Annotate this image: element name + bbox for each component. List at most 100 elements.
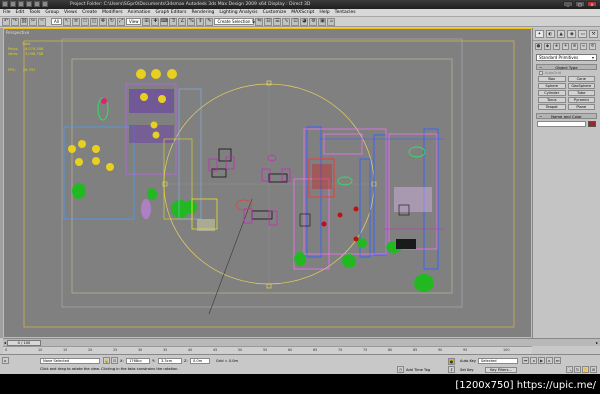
select-by-name-icon[interactable]: ≡	[71, 17, 80, 26]
zoom-icon[interactable]: 🔍	[566, 366, 573, 373]
menu-file[interactable]: File	[3, 10, 11, 15]
next-frame-icon[interactable]: ▸	[596, 340, 598, 345]
tab-hierarchy[interactable]: ▲	[556, 30, 566, 38]
tab-motion[interactable]: ◉	[567, 30, 577, 38]
object-type-rollout[interactable]: − Object Type	[536, 64, 597, 70]
minimize-button[interactable]: _	[563, 1, 573, 7]
name-and-color-rollout[interactable]: − Name and Color	[536, 113, 597, 119]
menu-maxscript[interactable]: MAXScript	[291, 10, 314, 15]
save-file-icon[interactable]	[26, 1, 32, 7]
angle-snap-icon[interactable]: ∠	[178, 17, 187, 26]
y-coord-field[interactable]: 3.3cm	[158, 358, 182, 364]
cylinder-button[interactable]: Cylinder	[538, 90, 566, 96]
add-time-tag-button[interactable]: Add Time Tag	[406, 368, 430, 372]
menu-views[interactable]: Views	[64, 10, 77, 15]
menu-graph-editors[interactable]: Graph Editors	[156, 10, 187, 15]
menu-create[interactable]: Create	[82, 10, 97, 15]
redo-button[interactable]: ↷	[11, 17, 19, 26]
quick-render-icon[interactable]: ☕	[327, 17, 336, 26]
orbit-icon[interactable]: ↻	[574, 366, 581, 373]
time-slider[interactable]: 0 / 100 ◂ ▸	[3, 338, 600, 346]
auto-key-button[interactable]: ●	[448, 358, 455, 365]
time-tag-icon[interactable]: ◷	[397, 366, 404, 373]
maximize-button[interactable]: □	[575, 1, 585, 7]
unlink-icon[interactable]: ✂	[29, 17, 37, 26]
perspective-viewport[interactable]: Perspective Total Polys: 6,074,308 Verts…	[3, 28, 532, 338]
link-icon[interactable]: ⛓	[20, 17, 28, 26]
rect-selection-icon[interactable]: ▭	[80, 17, 89, 26]
object-color-swatch[interactable]	[588, 121, 596, 127]
menu-tools[interactable]: Tools	[29, 10, 40, 15]
box-button[interactable]: Box	[538, 76, 566, 82]
menu-customize[interactable]: Customize	[263, 10, 287, 15]
close-button[interactable]: ×	[587, 1, 597, 7]
torus-button[interactable]: Torus	[538, 97, 566, 103]
track-bar[interactable]: 0 10 15 20 25 30 35 40 45 50 55 60 65 70…	[3, 346, 532, 354]
set-key-button[interactable]: ⚷	[448, 366, 455, 373]
selection-filter-dropdown[interactable]: All	[51, 18, 62, 25]
menu-rendering[interactable]: Rendering	[191, 10, 214, 15]
geometry-icon[interactable]: ●	[535, 43, 542, 50]
autogrid-checkbox[interactable]	[539, 71, 543, 75]
select-rotate-icon[interactable]: ↻	[107, 17, 116, 26]
autogrid-option[interactable]: AutoGrid	[539, 71, 594, 75]
bind-space-warp-icon[interactable]: ~	[38, 17, 46, 26]
tab-create[interactable]: ✦	[535, 30, 544, 38]
helpers-icon[interactable]: ⊕	[571, 43, 578, 50]
select-move-icon[interactable]: ✥	[98, 17, 107, 26]
named-selection-set-field[interactable]: Create Selection Set	[214, 18, 258, 25]
object-name-field[interactable]	[537, 121, 586, 127]
space-warps-icon[interactable]: ≈	[580, 43, 587, 50]
lock-selection-icon[interactable]: 🔒	[103, 357, 110, 364]
layer-manager-icon[interactable]: ☰	[273, 17, 282, 26]
pivot-center-icon[interactable]: ⊞	[142, 17, 151, 26]
curve-editor-icon[interactable]: ∿	[282, 17, 291, 26]
app-menu-icon[interactable]	[2, 1, 8, 7]
menu-animation[interactable]: Animation	[128, 10, 151, 15]
maxscript-listener-icon[interactable]: ▸	[2, 357, 9, 364]
select-object-icon[interactable]: ↖	[62, 17, 71, 26]
lights-icon[interactable]: ★	[553, 43, 560, 50]
select-manipulate-icon[interactable]: ✚	[151, 17, 160, 26]
prev-frame-button-icon[interactable]: ◂	[530, 357, 537, 364]
transform-type-in-icon[interactable]: ⊡	[111, 357, 118, 364]
reference-coord-dropdown[interactable]: View	[125, 18, 142, 25]
x-coord-field[interactable]: 1768cc	[126, 358, 150, 364]
menu-modifiers[interactable]: Modifiers	[102, 10, 123, 15]
undo-icon[interactable]	[34, 1, 40, 7]
maximize-viewport-icon[interactable]: ⊞	[590, 366, 597, 373]
render-setup-icon[interactable]: ⚙	[309, 17, 318, 26]
next-frame-button-icon[interactable]: ▸	[546, 357, 553, 364]
cone-button[interactable]: Cone	[567, 76, 595, 82]
percent-snap-icon[interactable]: %	[187, 17, 196, 26]
menu-edit[interactable]: Edit	[16, 10, 25, 15]
shapes-icon[interactable]: ◆	[544, 43, 551, 50]
plane-button[interactable]: Plane	[567, 104, 595, 110]
cameras-icon[interactable]: ☀	[562, 43, 569, 50]
tab-utilities[interactable]: ⚒	[589, 30, 598, 38]
geosphere-button[interactable]: GeoSphere	[567, 83, 595, 89]
menu-tentacles[interactable]: Tentacles	[335, 10, 356, 15]
keyboard-shortcut-icon[interactable]: ⌨	[160, 17, 169, 26]
menu-help[interactable]: Help	[319, 10, 329, 15]
window-crossing-icon[interactable]: ◫	[89, 17, 98, 26]
sphere-button[interactable]: Sphere	[538, 83, 566, 89]
tab-modify[interactable]: ◐	[545, 30, 555, 38]
systems-icon[interactable]: ✲	[589, 43, 596, 50]
tab-display[interactable]: ▭	[578, 30, 588, 38]
mirror-icon[interactable]: ⇋	[255, 17, 264, 26]
snaps-toggle-icon[interactable]: 3	[169, 17, 178, 26]
undo-button[interactable]: ↶	[2, 17, 10, 26]
edit-named-selection-icon[interactable]: ✎	[205, 17, 214, 26]
pan-icon[interactable]: ✋	[582, 366, 589, 373]
select-scale-icon[interactable]: ⤢	[116, 17, 125, 26]
align-icon[interactable]: ⊟	[264, 17, 273, 26]
tube-button[interactable]: Tube	[567, 90, 595, 96]
menu-lighting-analysis[interactable]: Lighting Analysis	[219, 10, 257, 15]
viewport-label[interactable]: Perspective	[6, 30, 29, 35]
material-editor-icon[interactable]: ◕	[300, 17, 309, 26]
go-to-end-icon[interactable]: ⏭	[554, 357, 561, 364]
z-coord-field[interactable]: 0.0m	[190, 358, 210, 364]
play-icon[interactable]: ▶	[538, 357, 545, 364]
go-to-start-icon[interactable]: ⏮	[522, 357, 529, 364]
